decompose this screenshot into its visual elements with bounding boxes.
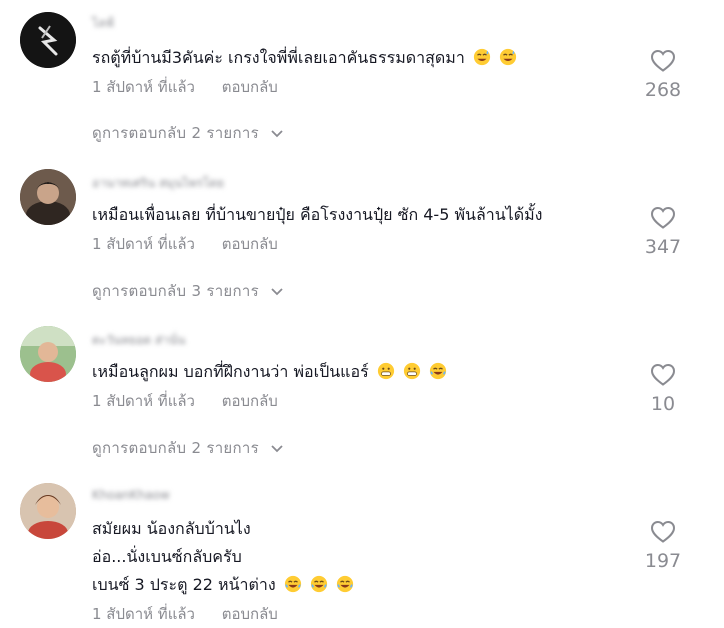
chevron-down-icon bbox=[271, 129, 283, 137]
like-count: 347 bbox=[644, 236, 682, 258]
tears-of-joy-emoji bbox=[310, 575, 328, 599]
comment-meta: 1 สัปดาห์ ที่แล้ว ตอบกลับ bbox=[92, 232, 278, 256]
like-count: 197 bbox=[644, 550, 682, 572]
comment-text: เบนซ์ 3 ประตู 22 หน้าต่าง bbox=[92, 574, 354, 599]
heart-outline-icon bbox=[650, 49, 676, 72]
comment-username[interactable]: ตะวันหยอด ส่านั่น bbox=[92, 331, 185, 347]
comment-username[interactable]: อานาทเศริน สมุนไพรโดย bbox=[92, 174, 224, 190]
chevron-down-icon bbox=[271, 287, 283, 295]
view-replies-button[interactable]: ดูการตอบกลับ 2 รายการ bbox=[92, 436, 284, 460]
comment-username[interactable]: ไลฟ์ bbox=[92, 14, 114, 30]
comment-text: เหมือนเพื่อนเลย ที่บ้านขายปุ๋ย คือโรงงาน… bbox=[92, 205, 543, 224]
avatar[interactable] bbox=[20, 326, 76, 382]
like-button[interactable]: 10 bbox=[640, 363, 686, 415]
like-count: 268 bbox=[644, 79, 682, 101]
avatar[interactable] bbox=[20, 169, 76, 225]
reply-button[interactable]: ตอบกลับ bbox=[222, 78, 278, 96]
like-button[interactable]: 197 bbox=[640, 520, 686, 572]
reply-button[interactable]: ตอบกลับ bbox=[222, 605, 278, 623]
like-button[interactable]: 268 bbox=[640, 49, 686, 101]
tears-of-joy-emoji bbox=[284, 575, 302, 599]
sweat-smile-emoji bbox=[473, 48, 491, 72]
view-replies-button[interactable]: ดูการตอบกลับ 3 รายการ bbox=[92, 279, 284, 303]
comment-text: รถตู้ที่บ้านมี3คันค่ะ เกรงใจพี่พี่เลยเอา… bbox=[92, 47, 517, 72]
like-count: 10 bbox=[650, 393, 676, 415]
heart-outline-icon bbox=[650, 520, 676, 543]
comment-timestamp: 1 สัปดาห์ ที่แล้ว bbox=[92, 78, 195, 96]
reply-button[interactable]: ตอบกลับ bbox=[222, 235, 278, 253]
sweat-smile-emoji bbox=[499, 48, 517, 72]
tears-of-joy-emoji bbox=[336, 575, 354, 599]
comment-text: สมัยผม น้องกลับบ้านไง bbox=[92, 519, 251, 538]
comment-timestamp: 1 สัปดาห์ ที่แล้ว bbox=[92, 392, 195, 410]
avatar[interactable] bbox=[20, 483, 76, 539]
chevron-down-icon bbox=[271, 444, 283, 452]
comment-username[interactable]: KhoanKhaow bbox=[92, 488, 170, 502]
comment-meta: 1 สัปดาห์ ที่แล้ว ตอบกลับ bbox=[92, 602, 278, 626]
grin-emoji bbox=[377, 362, 395, 386]
comment-timestamp: 1 สัปดาห์ ที่แล้ว bbox=[92, 605, 195, 623]
view-replies-button[interactable]: ดูการตอบกลับ 2 รายการ bbox=[92, 121, 284, 145]
avatar[interactable] bbox=[20, 12, 76, 68]
comment-meta: 1 สัปดาห์ ที่แล้ว ตอบกลับ bbox=[92, 389, 278, 413]
comment-text: อ่อ...นั่งเบนซ์กลับครับ bbox=[92, 547, 242, 566]
like-button[interactable]: 347 bbox=[640, 206, 686, 258]
tears-of-joy-emoji bbox=[429, 362, 447, 386]
grin-emoji bbox=[403, 362, 421, 386]
comment-meta: 1 สัปดาห์ ที่แล้ว ตอบกลับ bbox=[92, 75, 278, 99]
comment-text: เหมือนลูกผม บอกที่ฝึกงานว่า พ่อเป็นแอร์ bbox=[92, 361, 447, 386]
heart-outline-icon bbox=[650, 206, 676, 229]
reply-button[interactable]: ตอบกลับ bbox=[222, 392, 278, 410]
comment-timestamp: 1 สัปดาห์ ที่แล้ว bbox=[92, 235, 195, 253]
heart-outline-icon bbox=[650, 363, 676, 386]
